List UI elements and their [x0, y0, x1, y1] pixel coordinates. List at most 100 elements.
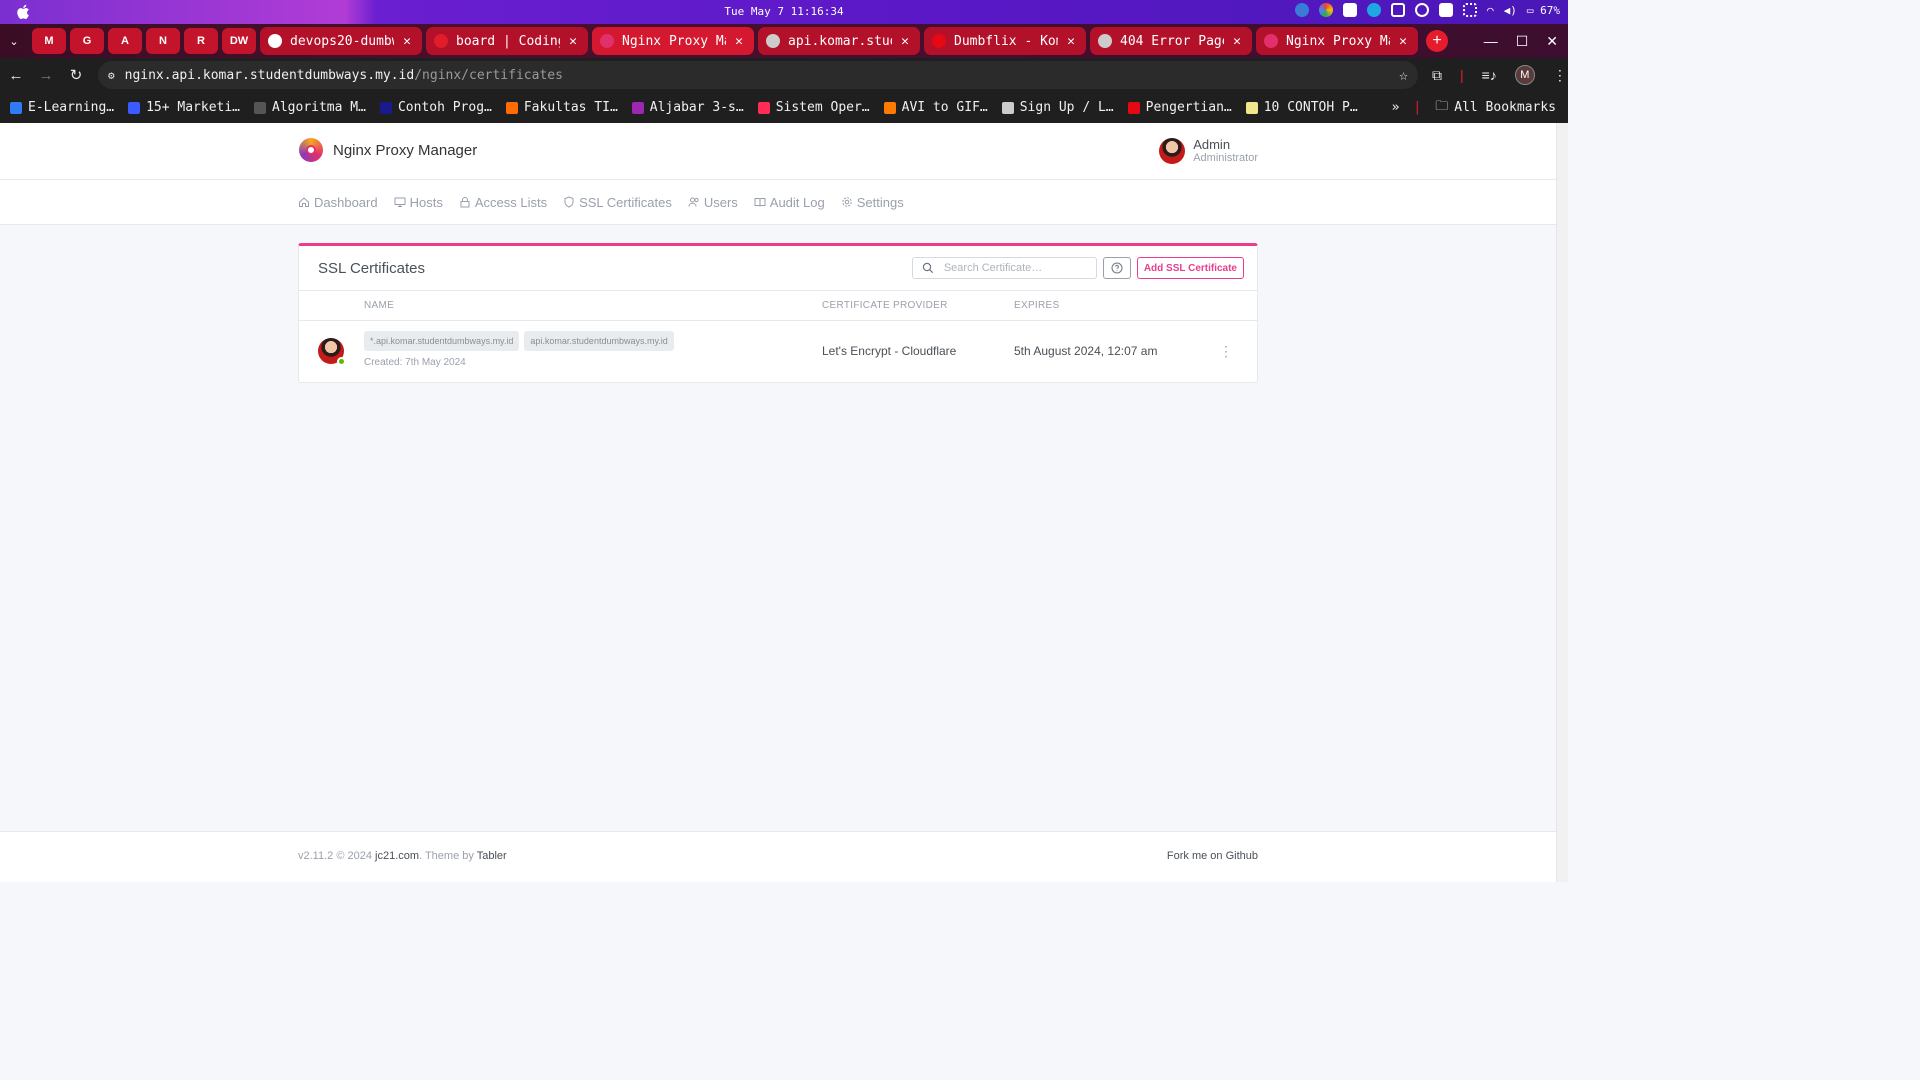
brand[interactable]: Nginx Proxy Manager — [299, 138, 477, 162]
card-title: SSL Certificates — [318, 259, 425, 277]
address-bar[interactable]: ⚙ nginx.api.komar.studentdumbways.my.id /… — [98, 61, 1418, 89]
pinned-tab-gmail[interactable]: M — [32, 28, 66, 54]
bookmark-label: Algoritma M… — [272, 100, 366, 115]
bookmark-item[interactable]: Contoh Prog… — [379, 100, 492, 115]
bookmark-item[interactable]: 15+ Marketi… — [128, 100, 240, 115]
user-menu[interactable]: Admin Administrator — [1159, 137, 1258, 164]
browser-tab[interactable]: board | Coding ✕ — [426, 27, 588, 55]
os-menu-bar: Tue May 7 11:16:34 ◠ ◀) ▭ 67% — [0, 0, 1568, 24]
browser-tab[interactable]: Dumbflix - Koma ✕ — [924, 27, 1086, 55]
main-nav: Dashboard Hosts Access Lists SSL Certifi… — [0, 180, 1556, 225]
nav-item-hosts[interactable]: Hosts — [394, 195, 443, 210]
scrollbar[interactable] — [1556, 123, 1568, 882]
bookmark-label: Pengertian… — [1145, 100, 1232, 115]
browser-tab-active[interactable]: Nginx Proxy Mar ✕ — [592, 27, 754, 55]
fork-on-github-link[interactable]: Fork me on Github — [1167, 850, 1258, 862]
close-window-icon[interactable]: ✕ — [1546, 33, 1558, 50]
close-icon[interactable]: ✕ — [898, 34, 912, 49]
bookmark-item[interactable]: Sistem Oper… — [757, 100, 870, 115]
volume-icon[interactable]: ◀) — [1504, 4, 1517, 17]
chrome-icon[interactable] — [1319, 3, 1333, 17]
pinned-tab-5[interactable]: R — [184, 28, 218, 54]
footer: v2.11.2 © 2024 jc21.com. Theme by Tabler… — [0, 831, 1556, 882]
close-icon[interactable]: ✕ — [1230, 34, 1244, 49]
toolbar-actions: ⧉ | ≡♪ M ⋮ — [1432, 65, 1567, 85]
bookmark-favicon-icon — [1245, 101, 1258, 114]
pinned-tab-4[interactable]: N — [146, 28, 180, 54]
nav-item-audit-log[interactable]: Audit Log — [754, 195, 825, 210]
media-control-icon[interactable]: ≡♪ — [1482, 67, 1497, 83]
bookmark-item[interactable]: 10 CONTOH P… — [1245, 100, 1358, 115]
browser-tab[interactable]: Nginx Proxy Mar ✕ — [1256, 27, 1418, 55]
minimize-icon[interactable]: — — [1484, 33, 1498, 50]
close-icon[interactable]: ✕ — [1064, 34, 1078, 49]
nav-label: Dashboard — [314, 194, 378, 210]
forward-arrow-icon[interactable]: → — [32, 61, 60, 89]
search-input[interactable]: Search Certificate… — [911, 257, 1097, 279]
more-bookmarks-icon[interactable]: » — [1392, 100, 1400, 115]
close-icon[interactable]: ✕ — [732, 34, 746, 49]
new-tab-button[interactable]: + — [1426, 30, 1448, 52]
browser-tab[interactable]: api.komar.stude ✕ — [758, 27, 920, 55]
back-arrow-icon[interactable]: ← — [2, 61, 30, 89]
control-center-icon[interactable] — [1463, 3, 1477, 17]
close-icon[interactable]: ✕ — [1396, 34, 1410, 49]
bookmark-item[interactable]: Aljabar 3-s… — [631, 100, 744, 115]
add-ssl-certificate-button[interactable]: Add SSL Certificate — [1136, 257, 1244, 279]
nav-item-settings[interactable]: Settings — [841, 195, 904, 210]
nginx-proxy-manager-icon — [1264, 34, 1278, 48]
bookmark-item[interactable]: Fakultas TI… — [505, 100, 618, 115]
nav-label: Audit Log — [769, 194, 825, 210]
app-tray-icon[interactable] — [1295, 3, 1309, 17]
user-info: Admin Administrator — [1193, 137, 1258, 164]
bookmark-item[interactable]: E-Learning… — [10, 100, 114, 115]
extensions-icon[interactable] — [1415, 3, 1429, 17]
site-settings-icon[interactable]: ⚙ — [108, 69, 115, 82]
search-icon — [922, 262, 933, 274]
clipboard-icon[interactable] — [1391, 3, 1405, 17]
nav-item-dashboard[interactable]: Dashboard — [298, 195, 378, 210]
footer-credits: v2.11.2 © 2024 jc21.com. Theme by Tabler — [298, 850, 507, 862]
all-bookmarks-button[interactable]: 🗀 All Bookmarks — [1435, 97, 1556, 119]
jc21-link[interactable]: jc21.com — [375, 850, 419, 862]
help-button[interactable] — [1102, 257, 1131, 279]
bookmark-label: Sign Up / L… — [1019, 100, 1114, 115]
wifi-icon[interactable]: ◠ — [1487, 4, 1494, 17]
pinned-tab-3[interactable]: A — [108, 28, 142, 54]
tab-search-chevron-icon[interactable]: ⌄ — [0, 27, 28, 55]
tabler-link[interactable]: Tabler — [477, 850, 507, 862]
nav-item-users[interactable]: Users — [688, 195, 738, 210]
battery-indicator[interactable]: ▭ 67% — [1527, 4, 1560, 17]
bookmark-star-icon[interactable]: ☆ — [1399, 66, 1408, 84]
bookmark-item[interactable]: Sign Up / L… — [1001, 100, 1114, 115]
reload-icon[interactable]: ↻ — [62, 61, 90, 89]
bookmark-label: AVI to GIF… — [901, 100, 988, 115]
nav-item-access-lists[interactable]: Access Lists — [459, 195, 547, 210]
docker-icon[interactable] — [1343, 3, 1357, 17]
lock-icon — [460, 197, 470, 208]
bookmark-favicon-icon — [883, 101, 896, 114]
profile-avatar[interactable]: M — [1514, 65, 1535, 85]
users-icon — [688, 197, 699, 207]
close-icon[interactable]: ✕ — [566, 34, 580, 49]
notes-icon[interactable] — [1439, 3, 1453, 17]
pinned-tab-2[interactable]: G — [70, 28, 104, 54]
bookmark-item[interactable]: Pengertian… — [1127, 100, 1232, 115]
close-icon[interactable]: ✕ — [400, 34, 414, 49]
column-header-expires: EXPIRES — [1014, 300, 1060, 311]
kebab-menu-icon[interactable]: ⋮ — [1553, 67, 1567, 84]
nav-label: SSL Certificates — [579, 194, 672, 210]
bookmark-item[interactable]: AVI to GIF… — [883, 100, 988, 115]
bookmark-item[interactable]: Algoritma M… — [254, 100, 366, 115]
tab-title: 404 Error Page — [1120, 33, 1224, 49]
url-host: nginx.api.komar.studentdumbways.my.id — [124, 67, 415, 83]
brand-name: Nginx Proxy Manager — [333, 141, 478, 159]
nav-item-ssl-certificates[interactable]: SSL Certificates — [563, 195, 672, 210]
maximize-icon[interactable]: ☐ — [1516, 33, 1529, 50]
browser-tab[interactable]: 404 Error Page ✕ — [1090, 27, 1252, 55]
app-tray-icon-2[interactable] — [1367, 3, 1381, 17]
extensions-icon[interactable]: ⧉ — [1432, 67, 1442, 84]
row-actions-kebab-icon[interactable]: ⋮ — [1219, 343, 1233, 360]
pinned-tab-6[interactable]: DW — [222, 28, 256, 54]
browser-tab[interactable]: devops20-dumbwa ✕ — [260, 27, 422, 55]
